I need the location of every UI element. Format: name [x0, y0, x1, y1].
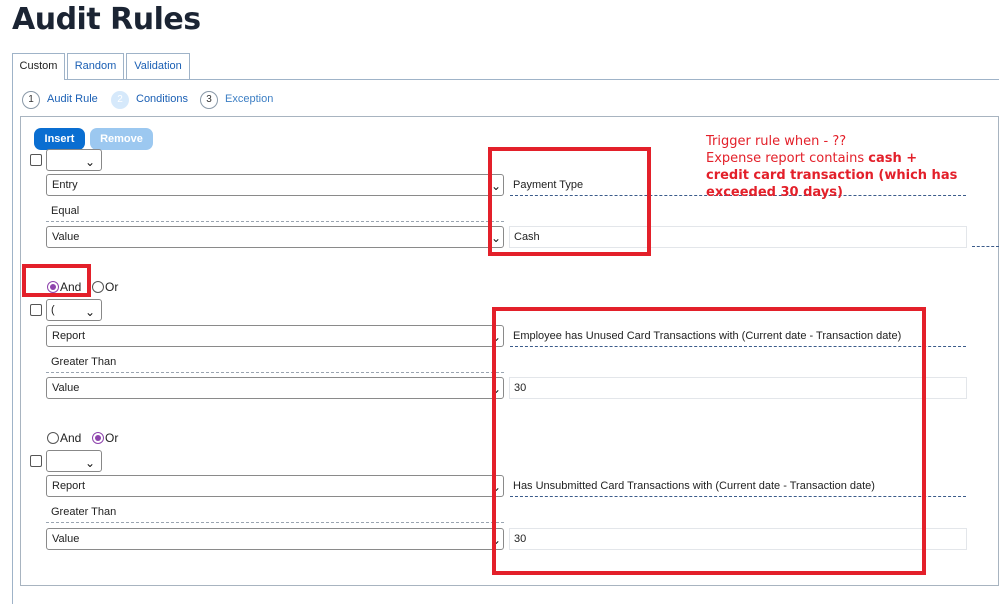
- annotation-line-2: Expense report contains cash +: [706, 150, 996, 167]
- chevron-down-icon: ⌄: [84, 155, 95, 169]
- annotation-box-and: [22, 264, 91, 297]
- step-2-circle[interactable]: 2: [111, 91, 129, 109]
- select-value: Entry: [52, 179, 78, 191]
- annotation-box-card-conditions: [492, 307, 926, 575]
- condition-1-paren-select[interactable]: ⌄: [46, 149, 102, 171]
- step-audit-rule[interactable]: Audit Rule: [47, 93, 98, 105]
- select-value: Report: [52, 480, 86, 492]
- or-label: Or: [105, 431, 119, 445]
- paren-value: (: [51, 304, 55, 316]
- condition-3-entity-select[interactable]: Report ⌄: [46, 475, 504, 497]
- operator-underline: [46, 372, 504, 373]
- operator-underline: [46, 221, 504, 222]
- annotation-bold: credit card transaction (which has: [706, 168, 958, 183]
- condition-2-entity-select[interactable]: Report ⌄: [46, 325, 504, 347]
- annotation-bold: cash +: [868, 151, 918, 166]
- operator-underline: [46, 522, 504, 523]
- annotation-line-1: Trigger rule when - ??: [706, 134, 847, 149]
- step-conditions[interactable]: Conditions: [136, 93, 188, 105]
- chevron-down-icon: ⌄: [84, 456, 95, 470]
- or-radio[interactable]: [92, 432, 104, 444]
- select-value: Value: [52, 382, 80, 394]
- chevron-down-icon: ⌄: [84, 305, 95, 319]
- annotation-text: Expense report contains: [706, 151, 869, 166]
- select-value: Value: [52, 231, 80, 243]
- page-title: Audit Rules: [12, 2, 201, 37]
- select-value: Value: [52, 533, 80, 545]
- condition-3-operator[interactable]: Greater Than: [51, 506, 116, 518]
- annotation-line-4: exceeded 30 days): [706, 184, 996, 201]
- overflow-underline: [972, 246, 999, 247]
- step-exception[interactable]: Exception: [225, 93, 273, 105]
- or-radio[interactable]: [92, 281, 104, 293]
- condition-3-paren-select[interactable]: ⌄: [46, 450, 102, 472]
- tab-validation[interactable]: Validation: [126, 53, 190, 79]
- and-label: And: [60, 431, 82, 445]
- condition-1-entity-select[interactable]: Entry ⌄: [46, 174, 504, 196]
- tab-random[interactable]: Random: [67, 53, 124, 79]
- annotation-line-3: credit card transaction (which has: [706, 167, 996, 184]
- step-3-circle[interactable]: 3: [200, 91, 218, 109]
- condition-3-checkbox[interactable]: [30, 455, 42, 467]
- insert-button[interactable]: Insert: [34, 128, 85, 150]
- tab-divider: [12, 79, 999, 80]
- condition-2-paren-select[interactable]: ( ⌄: [46, 299, 102, 321]
- panel-border: [12, 79, 13, 604]
- annotation-note: Trigger rule when - ?? Expense report co…: [706, 133, 996, 201]
- annotation-bold: exceeded 30 days): [706, 185, 843, 200]
- condition-1-checkbox[interactable]: [30, 154, 42, 166]
- tab-custom[interactable]: Custom: [12, 53, 65, 80]
- annotation-box-payment: [488, 147, 651, 256]
- step-1-circle[interactable]: 1: [22, 91, 40, 109]
- condition-1-operator[interactable]: Equal: [51, 205, 79, 217]
- condition-3-value-select[interactable]: Value ⌄: [46, 528, 504, 550]
- condition-2-value-select[interactable]: Value ⌄: [46, 377, 504, 399]
- select-value: Report: [52, 330, 86, 342]
- condition-2-operator[interactable]: Greater Than: [51, 356, 116, 368]
- and-radio[interactable]: [47, 432, 59, 444]
- condition-1-value-select[interactable]: Value ⌄: [46, 226, 504, 248]
- or-label: Or: [105, 280, 119, 294]
- condition-2-checkbox[interactable]: [30, 304, 42, 316]
- remove-button[interactable]: Remove: [90, 128, 153, 150]
